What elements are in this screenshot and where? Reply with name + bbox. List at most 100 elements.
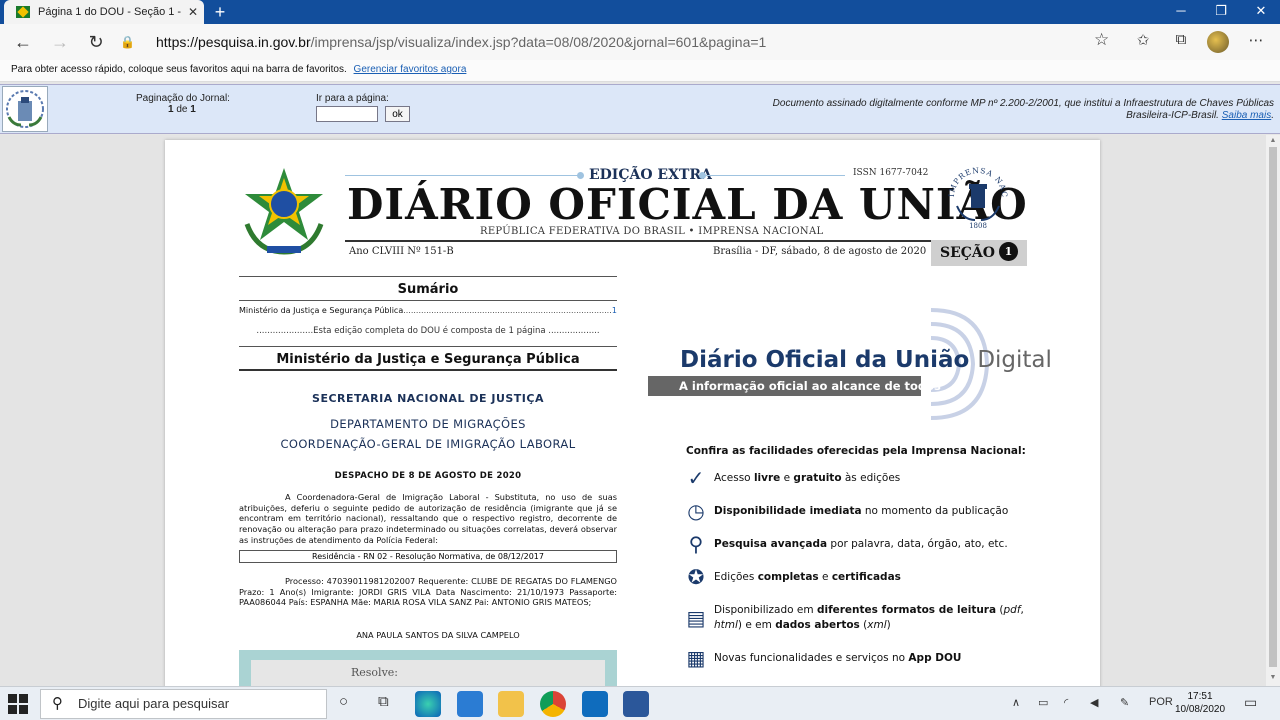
refresh-button[interactable]: ↻ <box>84 30 108 54</box>
residence-box: Residência - RN 02 - Resolução Normativa… <box>239 550 617 563</box>
seal-year: 1808 <box>969 222 987 230</box>
word-app-icon[interactable] <box>623 691 649 717</box>
document-viewer[interactable]: EDIÇÃO EXTRA ISSN 1677-7042 DIÁRIO OFICI… <box>0 135 1266 686</box>
cortana-icon[interactable]: ○ <box>339 693 348 710</box>
chrome-app-icon[interactable] <box>540 691 566 717</box>
task-view-icon[interactable]: ⧉ <box>378 693 389 710</box>
profile-avatar[interactable] <box>1207 31 1229 53</box>
search-placeholder: Digite aqui para pesquisar <box>78 696 230 711</box>
tray-chevron-icon[interactable]: ∧ <box>1012 696 1020 709</box>
scroll-down-icon[interactable]: ▼ <box>1269 674 1277 682</box>
edition-dot-left <box>577 172 584 179</box>
divider <box>239 276 617 277</box>
feature-text-part: ) e em <box>737 619 776 631</box>
issn: ISSN 1677-7042 <box>853 168 929 178</box>
digital-signature-note: Documento assinado digitalmente conforme… <box>754 98 1274 122</box>
battery-icon[interactable]: ▭ <box>1038 696 1048 709</box>
favorites-hint: Para obter acesso rápido, coloque seus f… <box>11 64 347 75</box>
manage-favorites-link[interactable]: Gerenciar favoritos agora <box>354 64 467 75</box>
feature-text-part: Disponibilizado em <box>714 604 817 616</box>
signature-note-end: . <box>1271 110 1274 121</box>
back-button[interactable]: ← <box>11 30 35 54</box>
favorites-bar: Para obter acesso rápido, coloque seus f… <box>0 60 1280 82</box>
mail-app-icon[interactable] <box>457 691 483 717</box>
browser-tab[interactable]: Página 1 do DOU - Seção 1 - Edi ✕ <box>4 0 204 24</box>
scrollbar-thumb[interactable] <box>1269 147 1277 667</box>
edge-app-icon[interactable] <box>415 691 441 717</box>
lock-icon: 🔒 <box>120 35 135 49</box>
checkmark-icon: ✓ <box>687 466 705 490</box>
summary-entry-dots: ........................................… <box>403 306 612 315</box>
feature-text-bold: diferentes formatos de leitura <box>816 604 997 616</box>
ad-box: Resolve: <box>239 650 617 686</box>
volume-icon[interactable]: ◀ <box>1090 696 1098 709</box>
summary-entry[interactable]: Ministério da Justiça e Segurança Públic… <box>239 306 617 315</box>
dou-viewer-toolbar: Paginação do Jornal: 1 de 1 Ir para a pá… <box>0 84 1280 134</box>
magnifier-icon: ⚲ <box>688 532 704 556</box>
edition-number: Ano CLVIII Nº 151-B <box>349 246 454 257</box>
feature-text: Disponibilidade imediata no momento da p… <box>714 504 1024 519</box>
feature-text: Acesso livre e gratuito às edições <box>714 471 1024 486</box>
taskbar-search[interactable]: ⚲ Digite aqui para pesquisar <box>40 689 327 719</box>
tab-close-button[interactable]: ✕ <box>188 5 198 19</box>
maximize-button[interactable]: ❐ <box>1204 0 1238 24</box>
feature-text-bold: Pesquisa avançada <box>714 538 828 550</box>
feature-text-part: no momento da publicação <box>861 505 1009 517</box>
vertical-scrollbar[interactable]: ▲ ▼ <box>1266 135 1280 686</box>
certificate-icon: ✪ <box>687 565 705 589</box>
url-host: https://pesquisa.in.gov.br <box>156 34 311 50</box>
signature-note-text: Documento assinado digitalmente conforme… <box>772 98 1274 121</box>
features-heading: Confira as facilidades oferecidas pela I… <box>686 445 1026 457</box>
navigation-bar: ← → ↻ 🔒 https://pesquisa.in.gov.br/impre… <box>0 24 1280 60</box>
feature-text-italic: pdf <box>1003 604 1021 616</box>
signature-name: ANA PAULA SANTOS DA SILVA CAMPELO <box>356 630 520 640</box>
favorite-star-icon[interactable]: ☆ <box>1094 30 1109 50</box>
dou-digital-tagline: A informação oficial ao alcance de todos <box>648 376 941 396</box>
page-of: de <box>176 104 188 115</box>
summary-entry-label: Ministério da Justiça e Segurança Públic… <box>239 306 404 315</box>
feature-text-part: Acesso <box>714 472 754 484</box>
dispatch-title: DESPACHO DE 8 DE AGOSTO DE 2020 <box>334 471 522 481</box>
feature-text-part: ( <box>996 604 1004 616</box>
feature-text-bold: completas <box>757 571 819 583</box>
tab-title: Página 1 do DOU - Seção 1 - Edi <box>38 6 182 18</box>
feature-text-bold: App DOU <box>908 652 962 664</box>
pagination-info: Paginação do Jornal: 1 de 1 <box>136 93 230 115</box>
url-path: /imprensa/jsp/visualiza/index.jsp?data=0… <box>310 34 767 50</box>
dou-digital-title-bold: Diário Oficial da União <box>680 347 970 373</box>
pagination-label: Paginação do Jornal: <box>136 93 230 104</box>
edition-date: Brasília - DF, sábado, 8 de agosto de 20… <box>713 246 927 257</box>
close-window-button[interactable]: ✕ <box>1244 0 1278 24</box>
feature-text-bold: gratuito <box>793 472 842 484</box>
wifi-icon[interactable]: ◜ <box>1064 696 1068 709</box>
feature-text-part: ) <box>886 619 891 631</box>
scroll-up-icon[interactable]: ▲ <box>1269 137 1277 145</box>
edition-rule-left <box>345 175 581 176</box>
notifications-icon[interactable]: ▭ <box>1244 694 1257 711</box>
search-icon: ⚲ <box>52 695 63 712</box>
process-details: Processo: 47039011981202007 Requerente: … <box>239 576 617 608</box>
favorites-list-icon[interactable]: ✩ <box>1132 31 1154 49</box>
feature-text-part: e <box>818 571 832 583</box>
more-menu-icon[interactable]: ⋯ <box>1245 31 1267 49</box>
windows-start-icon[interactable] <box>8 694 28 714</box>
pen-icon[interactable]: ✎ <box>1120 696 1129 709</box>
ministry-title: Ministério da Justiça e Segurança Públic… <box>276 352 580 367</box>
feature-text-italic: html <box>714 619 738 631</box>
system-clock[interactable]: 17:51 10/08/2020 <box>1170 690 1230 716</box>
forward-button[interactable]: → <box>48 30 72 54</box>
saiba-mais-link[interactable]: Saiba mais <box>1222 110 1271 121</box>
feature-text-italic: xml <box>867 619 887 631</box>
summary-entry-page[interactable]: 1 <box>612 306 617 315</box>
file-explorer-icon[interactable] <box>498 691 524 717</box>
feature-text-part: Novas funcionalidades e serviços no <box>714 652 909 664</box>
address-bar[interactable]: 🔒 https://pesquisa.in.gov.br/imprensa/js… <box>120 28 1120 56</box>
goto-page-input[interactable] <box>316 106 378 122</box>
goto-ok-button[interactable]: ok <box>385 106 410 122</box>
imprensa-nacional-logo <box>2 86 48 132</box>
collections-icon[interactable]: ⧉ <box>1170 31 1192 48</box>
outlook-app-icon[interactable] <box>582 691 608 717</box>
new-tab-button[interactable]: + <box>210 2 230 22</box>
minimize-button[interactable]: ─ <box>1164 0 1198 24</box>
feature-text-part: , <box>1020 604 1024 616</box>
